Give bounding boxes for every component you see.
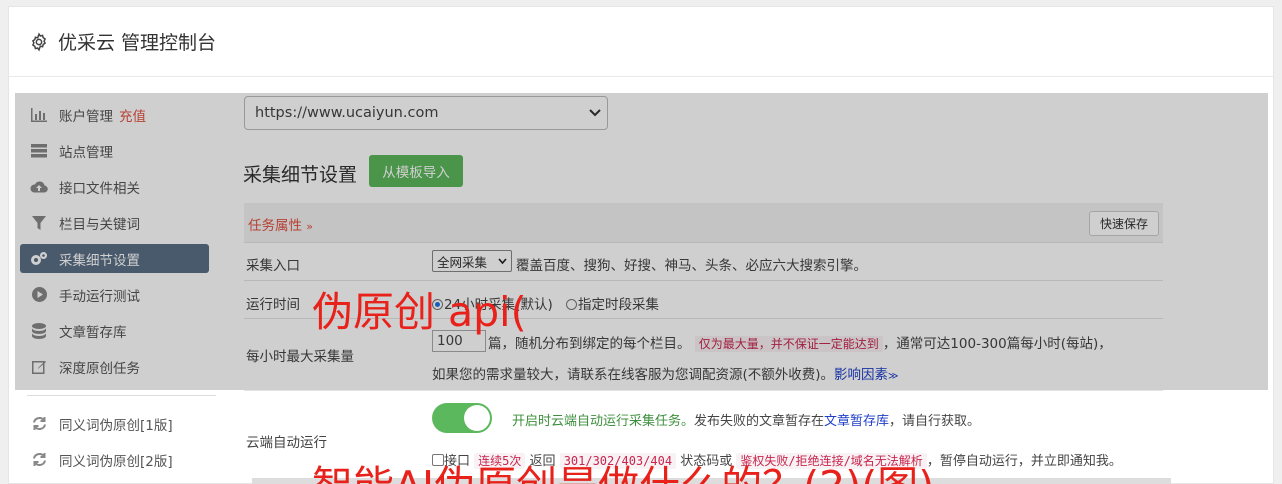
- max-desc-2: 如果您的需求量较大，请联系在线客服为您调配资源(不额外收费)。影响因素≫: [432, 367, 899, 383]
- sidebar-item-article-store[interactable]: 文章暂存库: [20, 316, 209, 345]
- recharge-link[interactable]: 充值: [119, 105, 146, 125]
- sidebar-item-interface[interactable]: 接口文件相关: [20, 172, 209, 201]
- cloud-run-toggle[interactable]: [432, 403, 492, 433]
- section-title: 采集细节设置: [243, 164, 358, 186]
- refresh-icon: [30, 451, 48, 469]
- sidebar-item-collect-settings[interactable]: 采集细节设置: [20, 244, 209, 273]
- sidebar-divider: [27, 395, 216, 396]
- sidebar-item-label: 账户管理: [59, 108, 113, 125]
- radio-icon: [566, 299, 577, 310]
- sidebar-item-synonym-v2[interactable]: 同义词伪原创[2版]: [20, 445, 209, 474]
- factors-link[interactable]: 影响因素≫: [834, 367, 898, 383]
- watermark-text-1: 伪原创 api(: [312, 288, 527, 336]
- max-desc: 篇，随机分布到绑定的每个栏目。 仅为最大量，并不保证一定能达到 ，通常可达100-…: [488, 336, 1112, 352]
- refresh-icon: [30, 415, 48, 433]
- page-title: 优采云 管理控制台: [58, 32, 217, 54]
- main-content: https://www.ucaiyun.com 采集细节设置 从模板导入 任务属…: [242, 86, 1262, 478]
- sidebar: 账户管理 充值 站点管理 接口文件相关 栏目与关键词 采集细节设置 手动运行测试…: [7, 86, 242, 478]
- watermark-text-2: 智能AI伪原创是做什么的？(2)(图): [312, 466, 934, 484]
- sidebar-item-account[interactable]: 账户管理 充值: [20, 100, 209, 129]
- gear-icon: [31, 31, 47, 52]
- task-attr-toggle[interactable]: 任务属性 »: [248, 214, 313, 234]
- sidebar-item-label: 站点管理: [59, 144, 113, 161]
- edit-icon: [30, 358, 48, 376]
- sidebar-item-columns[interactable]: 栏目与关键词: [20, 208, 209, 237]
- play-circle-icon: [30, 286, 48, 304]
- cloud-desc: 开启时云端自动运行采集任务。发布失败的文章暂存在文章暂存库，请自行获取。: [512, 414, 981, 429]
- double-chevron-icon: »: [306, 220, 314, 233]
- max-label: 每小时最大采集量: [246, 349, 354, 365]
- chevron-down-icon: [589, 109, 601, 117]
- entry-select[interactable]: 全网采集: [432, 250, 512, 272]
- sidebar-item-manual-run[interactable]: 手动运行测试: [20, 280, 209, 309]
- import-template-button[interactable]: 从模板导入: [369, 155, 463, 187]
- quick-save-button[interactable]: 快速保存: [1089, 211, 1159, 236]
- toggle-knob: [464, 405, 490, 431]
- table-header: 任务属性 » 快速保存: [244, 203, 1163, 243]
- sidebar-item-label: 文章暂存库: [59, 324, 127, 341]
- article-store-link[interactable]: 文章暂存库: [824, 414, 889, 429]
- time-option-range[interactable]: 指定时段采集: [566, 293, 659, 313]
- sidebar-item-label: 手动运行测试: [59, 288, 140, 305]
- time-label: 运行时间: [246, 297, 300, 313]
- sidebar-item-synonym-v1[interactable]: 同义词伪原创[1版]: [20, 409, 209, 438]
- cloud-upload-icon: [30, 178, 48, 196]
- bar-chart-icon: [30, 106, 48, 124]
- server-icon: [30, 142, 48, 160]
- site-select-value: https://www.ucaiyun.com: [255, 105, 439, 121]
- sidebar-item-label: 同义词伪原创[2版]: [59, 453, 173, 470]
- sidebar-item-label: 采集细节设置: [59, 252, 140, 269]
- site-select[interactable]: https://www.ucaiyun.com: [244, 96, 608, 130]
- sidebar-item-label: 栏目与关键词: [59, 216, 140, 233]
- table-row: 采集入口 全网采集 覆盖百度、搜狗、好搜、神马、头条、必应六大搜索引擎。: [244, 243, 1163, 281]
- sidebar-item-label: 同义词伪原创[1版]: [59, 417, 173, 434]
- entry-label: 采集入口: [246, 258, 300, 274]
- filter-icon: [30, 214, 48, 232]
- sidebar-item-label: 深度原创任务: [59, 360, 140, 377]
- sidebar-item-sites[interactable]: 站点管理: [20, 136, 209, 165]
- sidebar-item-deep-original[interactable]: 深度原创任务: [20, 352, 209, 381]
- chevron-down-icon: [498, 258, 507, 265]
- double-chevron-icon: ≫: [888, 371, 899, 382]
- database-icon: [30, 322, 48, 340]
- cloud-label: 云端自动运行: [246, 435, 327, 451]
- sidebar-item-label: 接口文件相关: [59, 180, 140, 197]
- entry-desc: 覆盖百度、搜狗、好搜、神马、头条、必应六大搜索引擎。: [516, 258, 867, 274]
- console-header: 优采云 管理控制台: [9, 7, 1273, 77]
- gears-icon: [30, 250, 48, 268]
- max-note-code: 仅为最大量，并不保证一定能达到: [694, 336, 883, 352]
